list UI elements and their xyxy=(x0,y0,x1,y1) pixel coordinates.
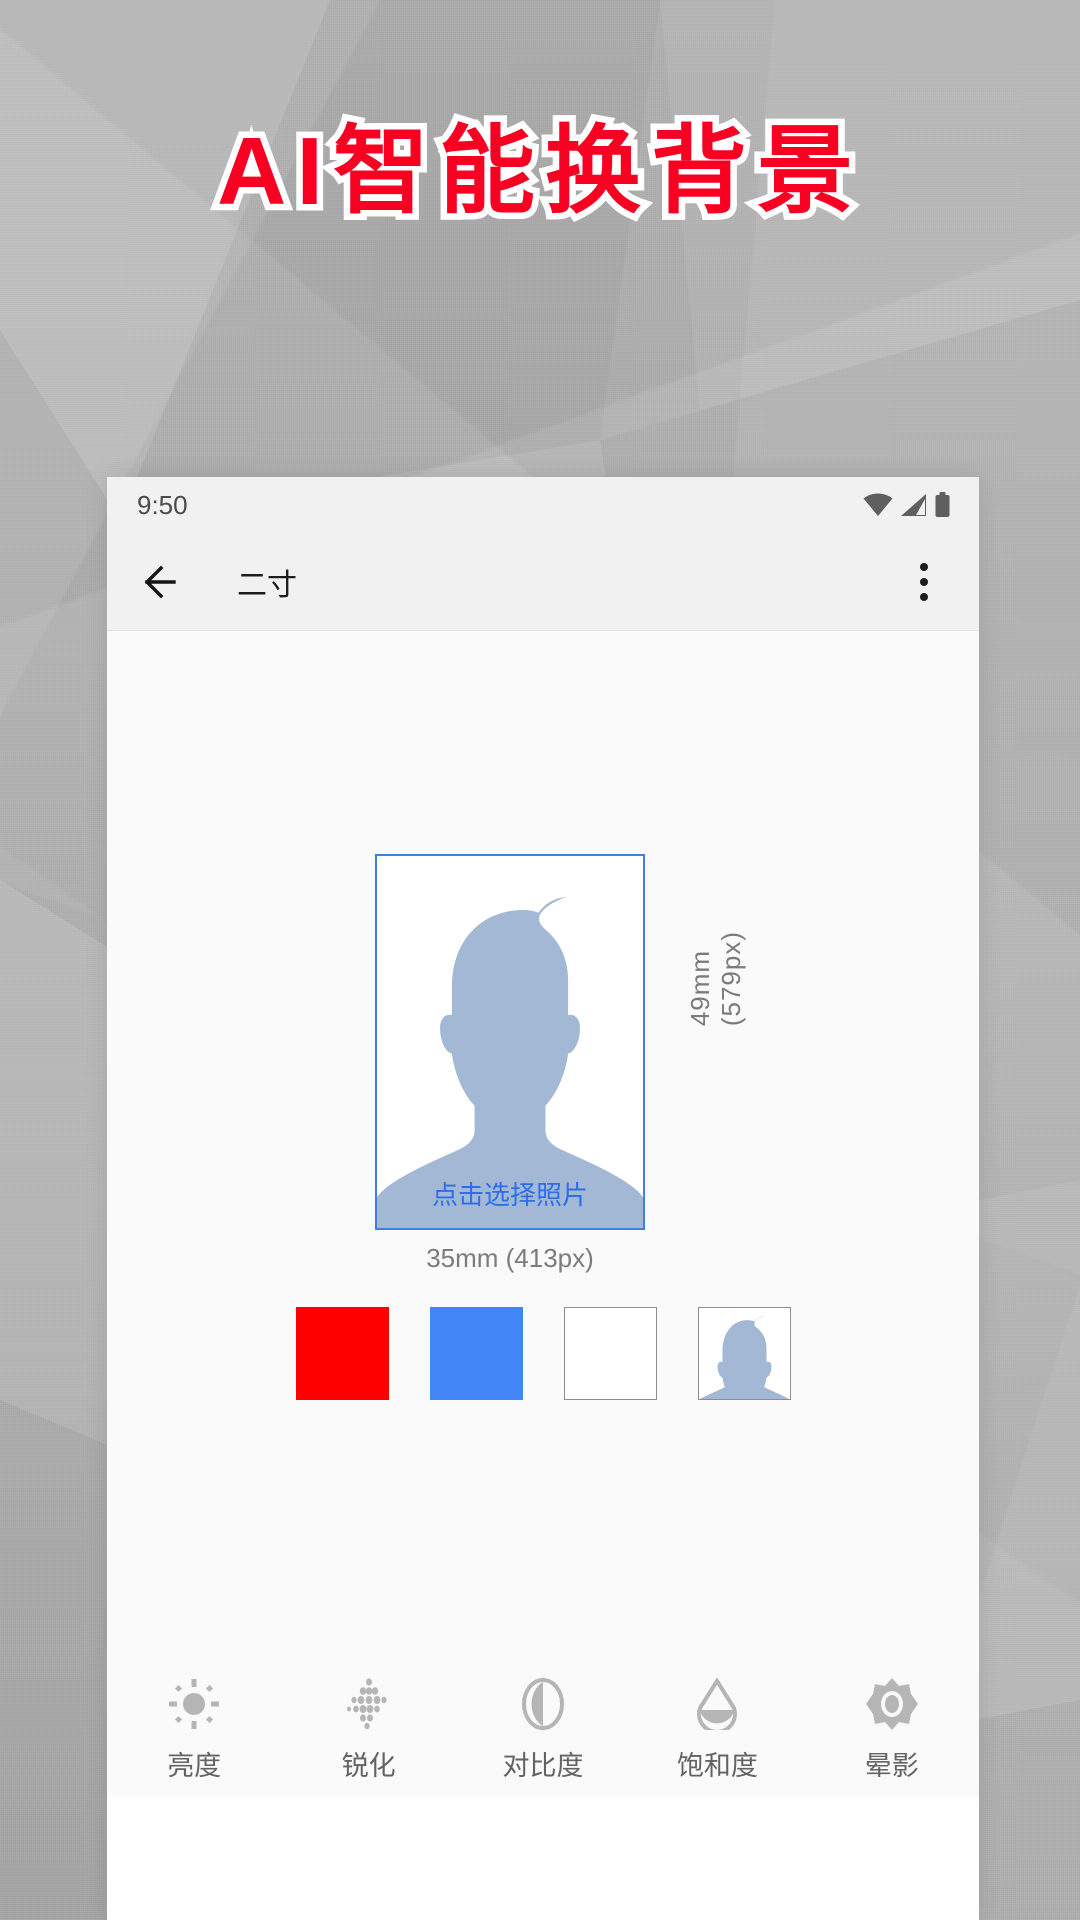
arrow-left-icon xyxy=(144,565,176,598)
promo-page: AI智能换背景 9:50 二寸 点击选择照片 35mm (413px) 49mm… xyxy=(0,0,1080,1920)
status-time: 9:50 xyxy=(137,489,188,520)
dimension-width-label: 35mm (413px) xyxy=(426,1243,594,1273)
overflow-menu-button[interactable] xyxy=(899,554,949,610)
back-button[interactable] xyxy=(137,554,193,610)
swatch-blue[interactable] xyxy=(429,1307,523,1400)
tool-label: 饱和度 xyxy=(676,1751,758,1781)
tool-vignette[interactable]: 晕影 xyxy=(812,1678,972,1783)
signal-icon xyxy=(901,494,926,516)
brightness-icon xyxy=(168,1678,220,1730)
select-photo-label: 点击选择照片 xyxy=(431,1180,588,1210)
tool-label: 亮度 xyxy=(167,1751,222,1781)
tool-label: 对比度 xyxy=(502,1751,584,1781)
more-vertical-icon xyxy=(920,592,928,601)
app-bar: 二寸 xyxy=(107,533,979,631)
more-vertical-icon xyxy=(920,577,928,586)
photo-picker[interactable]: 点击选择照片 xyxy=(375,854,645,1230)
tool-label: 晕影 xyxy=(864,1751,919,1781)
dimension-height-label: 49mm (579px) xyxy=(685,931,746,1027)
tool-sharpen[interactable]: 锐化 xyxy=(289,1678,449,1783)
swatch-white[interactable] xyxy=(563,1307,657,1400)
tool-label: 锐化 xyxy=(341,1751,396,1781)
swatch-original-photo[interactable] xyxy=(697,1307,791,1400)
status-icons xyxy=(863,492,951,518)
phone-screenshot: 9:50 二寸 点击选择照片 35mm (413px) 49mm (579px)… xyxy=(107,477,979,1920)
person-silhouette-icon xyxy=(699,1314,789,1399)
page-title: 二寸 xyxy=(237,568,297,602)
person-silhouette-icon xyxy=(377,896,643,1228)
sharpen-icon xyxy=(343,1678,395,1730)
vignette-icon xyxy=(865,1678,918,1730)
tool-saturation[interactable]: 饱和度 xyxy=(637,1678,797,1783)
battery-icon xyxy=(935,492,950,517)
promo-headline: AI智能换背景 xyxy=(211,117,863,226)
editor-canvas: 点击选择照片 35mm (413px) 49mm (579px) 亮度 锐化 对… xyxy=(107,631,979,1797)
background-swatch-list xyxy=(107,1307,979,1400)
adjust-toolbar: 亮度 锐化 对比度 饱和度 晕影 xyxy=(107,1674,979,1797)
tool-brightness[interactable]: 亮度 xyxy=(114,1678,274,1783)
wifi-icon xyxy=(863,493,893,516)
swatch-red[interactable] xyxy=(295,1307,389,1400)
saturation-icon xyxy=(691,1678,743,1730)
status-bar: 9:50 xyxy=(107,477,979,533)
contrast-icon xyxy=(517,1678,569,1730)
more-vertical-icon xyxy=(920,562,928,571)
tool-contrast[interactable]: 对比度 xyxy=(463,1678,623,1783)
